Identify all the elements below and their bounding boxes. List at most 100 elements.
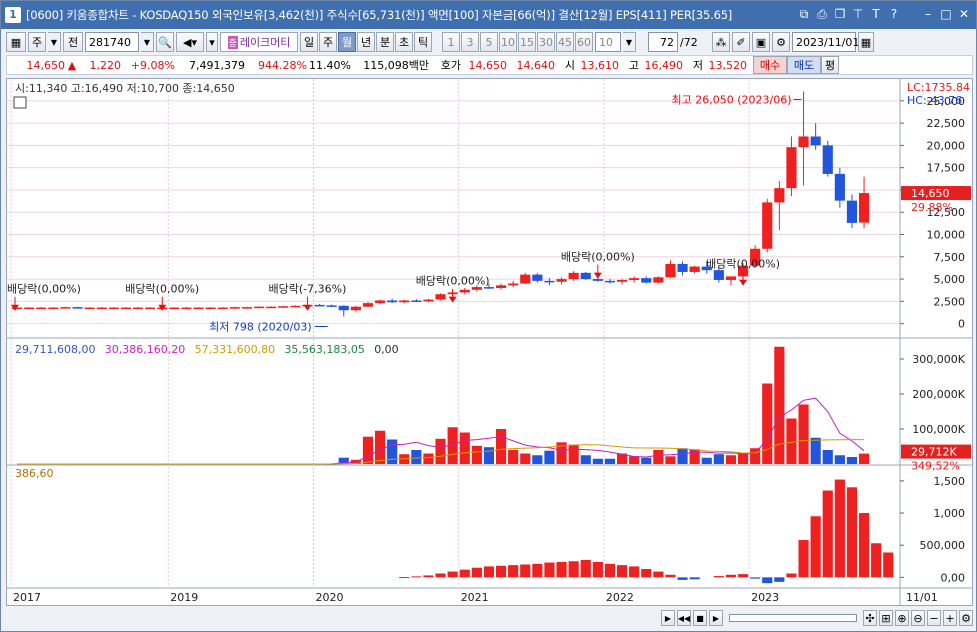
- minimize-icon[interactable]: –: [921, 6, 935, 22]
- config-icon[interactable]: ⚙: [959, 610, 973, 626]
- save-icon[interactable]: ▣: [752, 32, 770, 52]
- indicator-bar: [810, 516, 821, 578]
- indicator-bar: [677, 577, 688, 580]
- gear-icon[interactable]: ⚙: [772, 32, 790, 52]
- print-icon[interactable]: ⎙: [815, 6, 829, 22]
- sound-icon[interactable]: ◀▾: [176, 32, 204, 52]
- tab-period-6[interactable]: 틱: [414, 32, 432, 52]
- rewind-icon[interactable]: ◀◀: [677, 610, 691, 626]
- candle-body: [108, 307, 119, 310]
- code-dropdown-icon[interactable]: ▼: [141, 32, 154, 52]
- window-number: 1: [5, 7, 21, 23]
- indicator-bar: [616, 565, 628, 578]
- play-icon[interactable]: ▶: [709, 610, 723, 626]
- mini-dropdown-icon[interactable]: ▾: [206, 32, 218, 52]
- date-input[interactable]: 2023/11/01: [792, 32, 859, 52]
- tab-period-0[interactable]: 일: [300, 32, 318, 52]
- scroll-track[interactable]: [729, 614, 857, 622]
- volume-legend-item: 35,563,183,05: [284, 343, 364, 356]
- volume-bar: [737, 452, 749, 464]
- zoom-fit-icon[interactable]: ✣: [863, 610, 877, 626]
- y-tick-label: 7,500: [934, 251, 966, 264]
- stock-name-label: 레이크머티: [239, 36, 291, 49]
- sell-button[interactable]: 매도: [787, 56, 821, 74]
- indicator-bar: [858, 513, 870, 578]
- interval-input[interactable]: 10: [595, 32, 621, 52]
- y-tick-label: 0: [958, 318, 965, 331]
- candle-body: [520, 274, 531, 284]
- link-icon[interactable]: ⧉: [797, 6, 811, 22]
- grid-menu-icon[interactable]: ▦: [6, 32, 26, 52]
- help-icon[interactable]: ?: [887, 6, 901, 22]
- indicator-bar: [604, 563, 616, 578]
- calendar-icon[interactable]: ▦: [858, 32, 874, 52]
- y-tick-label: 22,500: [927, 117, 966, 130]
- interval-button-1[interactable]: 1: [442, 32, 460, 52]
- tab-period-2[interactable]: 월: [338, 32, 356, 52]
- volume-legend-item: 29,711,608,00: [15, 343, 95, 356]
- interval-button-30[interactable]: 30: [537, 32, 555, 52]
- interval-button-10[interactable]: 10: [499, 32, 517, 52]
- zoom-plus-button[interactable]: +: [943, 610, 957, 626]
- indicator-tick-label: 500,000: [920, 539, 966, 552]
- chevron-down-icon[interactable]: ▼: [48, 32, 61, 52]
- close-icon[interactable]: ✕: [957, 6, 971, 22]
- tool-icon[interactable]: ✐: [732, 32, 750, 52]
- zoom-in-icon[interactable]: ⊕: [895, 610, 909, 626]
- volume-bar: [834, 455, 845, 464]
- indicator-bar: [713, 576, 724, 578]
- candle-body: [24, 307, 35, 310]
- interval-button-5[interactable]: 5: [480, 32, 498, 52]
- candle-body: [181, 307, 192, 310]
- zoom-out-icon[interactable]: ⊖: [911, 610, 925, 626]
- prev-button[interactable]: 전: [63, 32, 83, 52]
- avg-button[interactable]: 평: [821, 56, 839, 74]
- volume-bar: [786, 418, 797, 464]
- lock-icon[interactable]: ⁂: [712, 32, 730, 52]
- interval-button-45[interactable]: 45: [556, 32, 574, 52]
- font-icon[interactable]: T: [869, 6, 883, 22]
- volume-bar: [374, 430, 386, 464]
- zoom-minus-button[interactable]: −: [927, 610, 941, 626]
- zoom-box-icon[interactable]: ⊞: [879, 610, 893, 626]
- price-tag: 14,650: [911, 187, 950, 200]
- interval-dropdown-icon[interactable]: ▼: [623, 32, 636, 52]
- scroll-right-icon[interactable]: ▶: [661, 610, 675, 626]
- search-icon[interactable]: 🔍: [156, 32, 174, 52]
- candle-body: [387, 300, 398, 303]
- interval-button-15[interactable]: 15: [518, 32, 536, 52]
- annotation-dividend: 배당락(0,00%): [7, 283, 81, 296]
- volume-bar: [665, 456, 676, 464]
- restore-icon[interactable]: ❐: [833, 6, 847, 22]
- x-axis-label: 2020: [316, 591, 344, 604]
- interval-button-3[interactable]: 3: [461, 32, 479, 52]
- annotation-dividend: 배당락(0,00%): [706, 258, 780, 271]
- tab-period-1[interactable]: 주: [319, 32, 337, 52]
- volume-legend-item: 0,00: [374, 343, 399, 356]
- code-input[interactable]: 281740: [85, 32, 139, 52]
- indicator-bar: [725, 574, 737, 578]
- indicator-bar: [786, 573, 797, 578]
- annotation-high: 최고 26,050 (2023/06): [672, 93, 792, 106]
- candle-body: [120, 307, 132, 310]
- chart-area[interactable]: 02,5005,0007,50010,00012,50015,00017,500…: [6, 78, 973, 606]
- tab-period-3[interactable]: 년: [357, 32, 375, 52]
- tab-period-4[interactable]: 분: [376, 32, 394, 52]
- indicator-bar: [592, 561, 603, 578]
- candle-body: [774, 188, 785, 203]
- maximize-icon[interactable]: □: [939, 6, 953, 22]
- volume-bar: [725, 455, 737, 464]
- price-legend: 시:11,340 고:16,490 저:10,700 종:14,650: [15, 82, 235, 95]
- type-select[interactable]: 주: [28, 32, 46, 52]
- chart-svg[interactable]: 02,5005,0007,50010,00012,50015,00017,500…: [7, 79, 972, 605]
- count-input[interactable]: 72: [648, 32, 678, 52]
- interval-button-60[interactable]: 60: [575, 32, 593, 52]
- candle-body: [677, 263, 688, 272]
- candle-body: [858, 193, 870, 223]
- pin-icon[interactable]: ⊤: [851, 6, 865, 22]
- tab-period-5[interactable]: 초: [395, 32, 413, 52]
- candle-body: [253, 306, 265, 309]
- stop-icon[interactable]: ■: [693, 610, 707, 626]
- buy-button[interactable]: 매수: [753, 56, 787, 74]
- volume-bar: [459, 432, 470, 464]
